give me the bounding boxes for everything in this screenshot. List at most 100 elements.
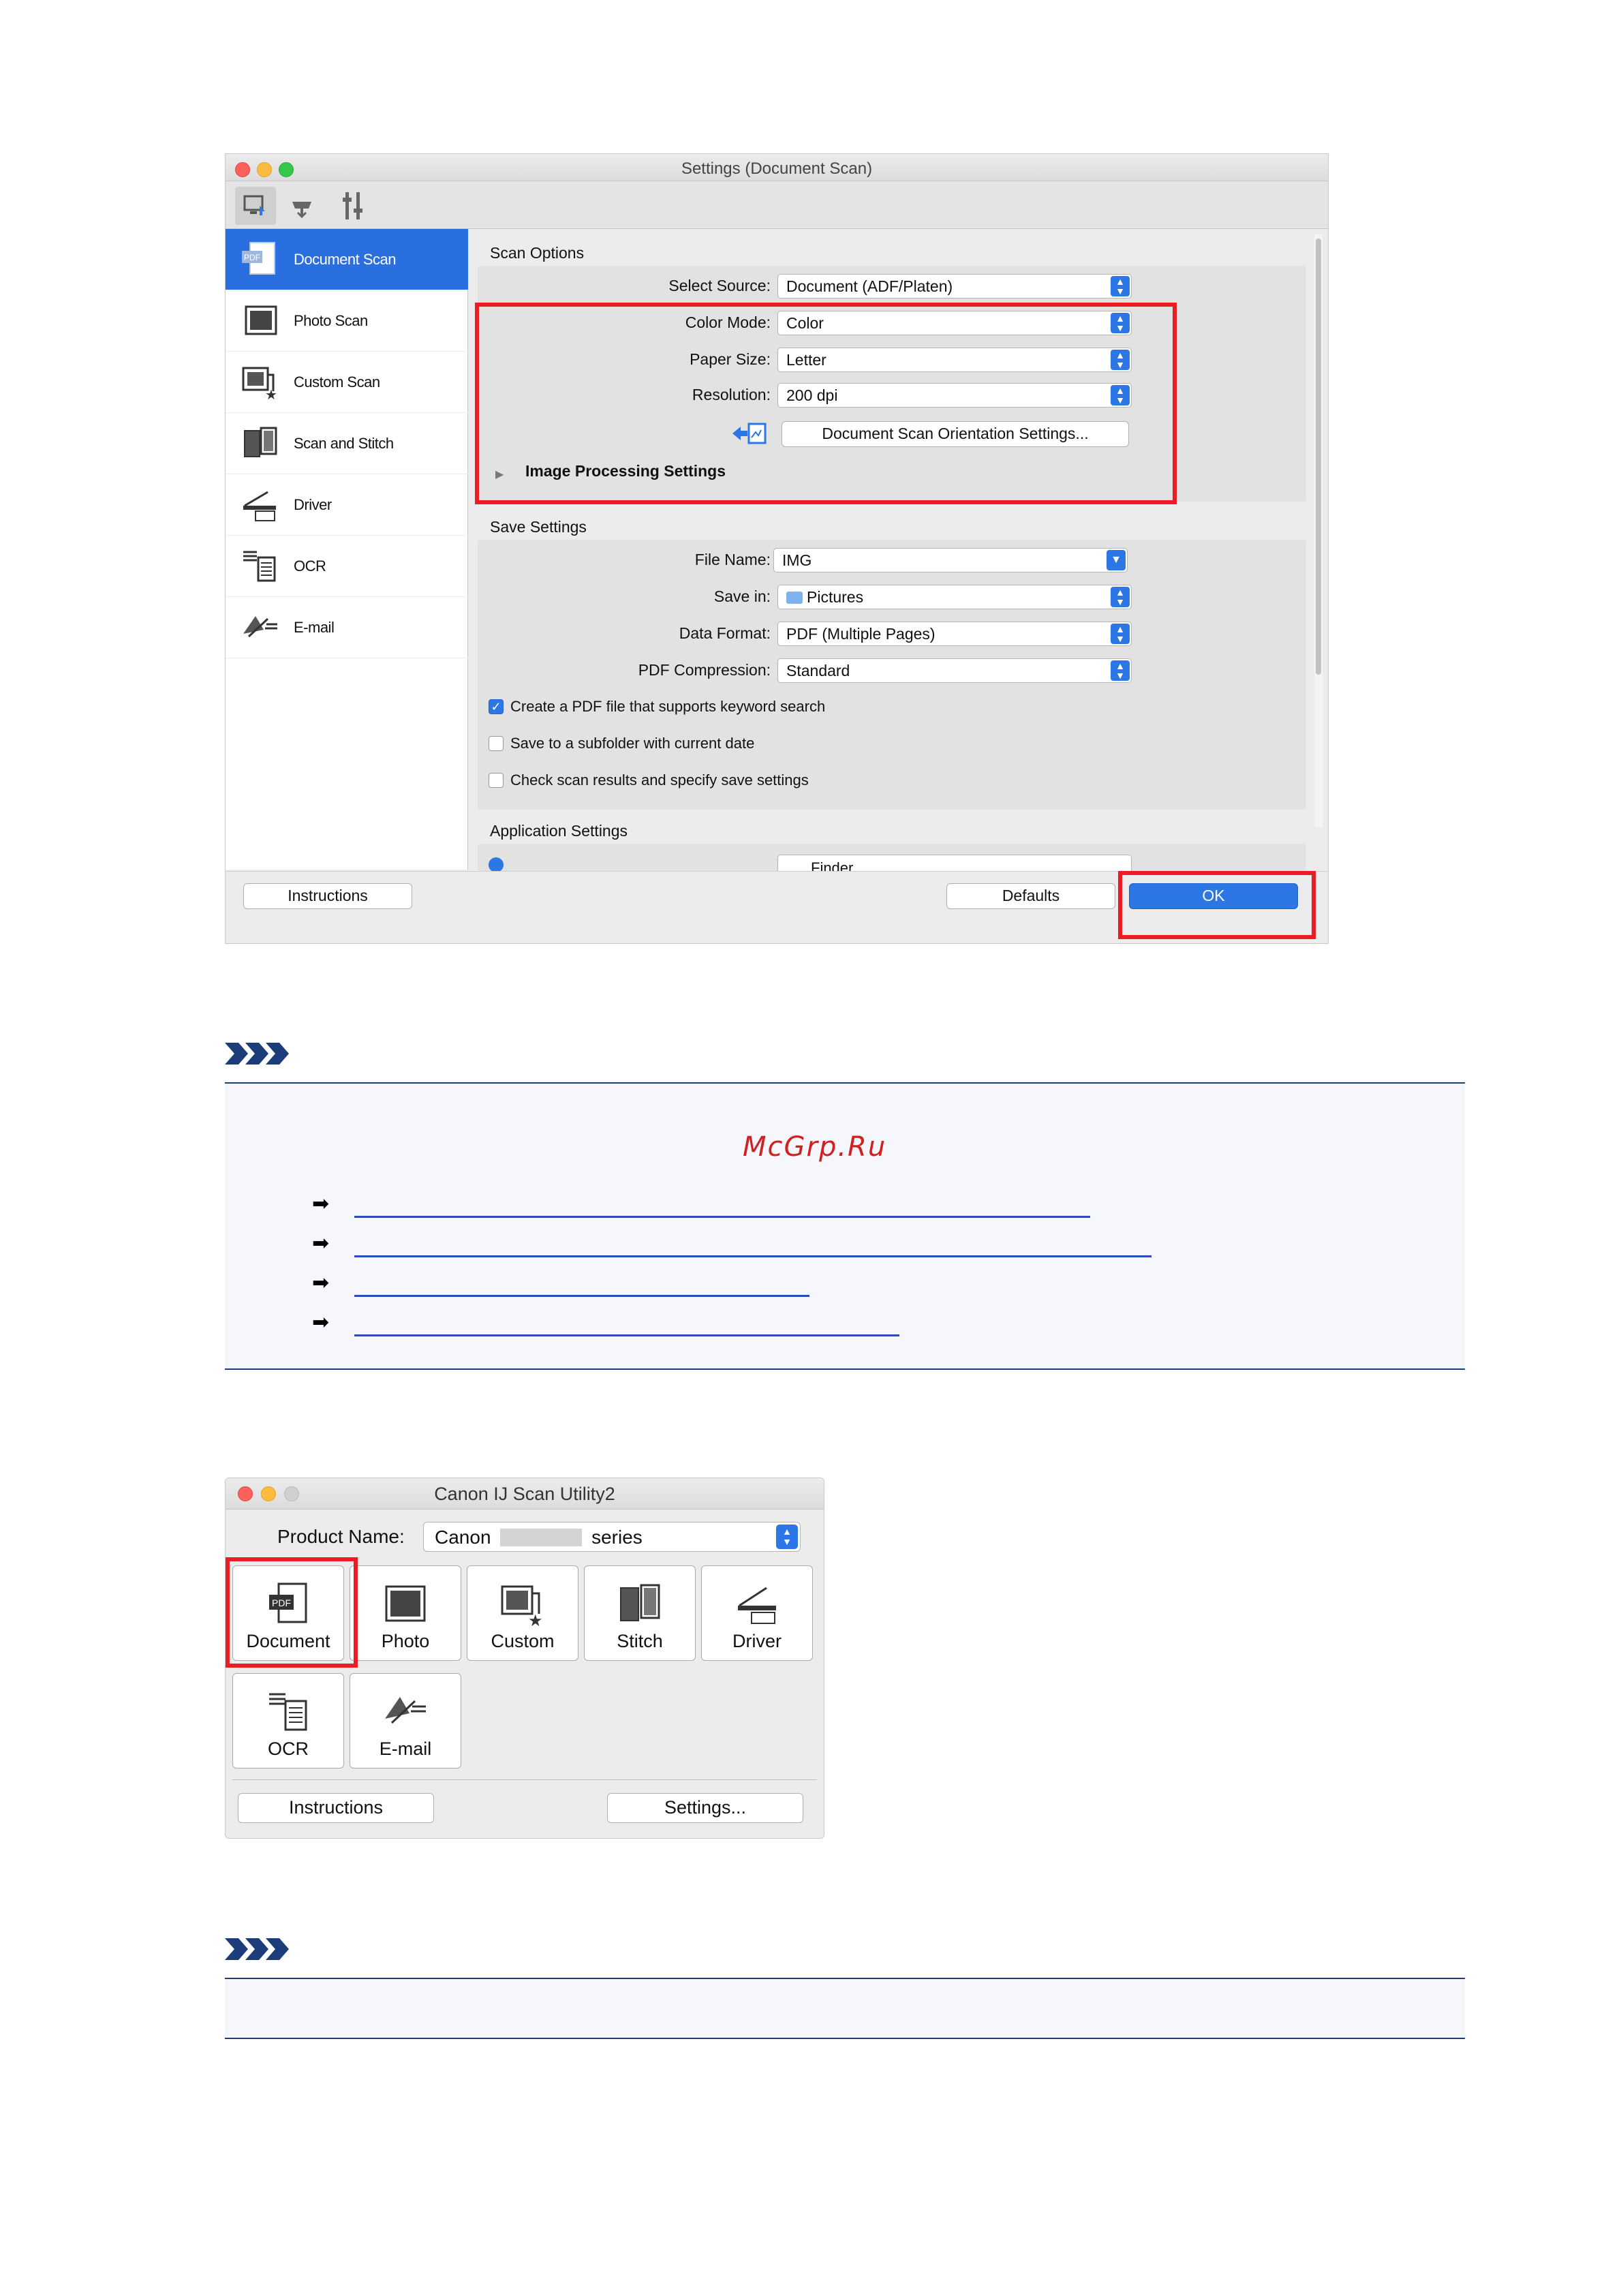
tab-scan-from-panel-icon[interactable] — [288, 192, 315, 219]
folder-icon — [786, 592, 803, 604]
sidebar-item-photo-scan[interactable]: Photo Scan — [226, 290, 468, 352]
custom-tile[interactable]: ★ Custom — [467, 1565, 578, 1661]
tile-label: Driver — [732, 1631, 782, 1651]
product-name-suffix: series — [591, 1527, 643, 1548]
sidebar-item-driver[interactable]: Driver — [226, 474, 468, 536]
data-format-dropdown[interactable]: PDF (Multiple Pages) ▲ ▼ — [777, 622, 1132, 646]
link-arrow-icon: ➡ — [312, 1311, 330, 1334]
dropdown-arrows-icon: ▲ ▼ — [1111, 276, 1130, 296]
file-name-combobox[interactable]: IMG ▼ — [773, 548, 1128, 572]
sidebar-item-label: Photo Scan — [294, 312, 368, 329]
pdf-compression-value: Standard — [786, 662, 850, 679]
save-in-label: Save in: — [713, 587, 771, 605]
sidebar-item-label: E-mail — [294, 619, 335, 636]
ocr-tile[interactable]: OCR — [232, 1673, 344, 1769]
note-link-3[interactable] — [354, 1295, 809, 1297]
application-value: Finder — [811, 859, 854, 871]
driver-icon — [243, 491, 276, 521]
save-in-dropdown[interactable]: Pictures ▲ ▼ — [777, 585, 1132, 609]
model-redaction — [500, 1529, 583, 1546]
scrollbar-thumb[interactable] — [1316, 239, 1321, 675]
link-arrow-icon: ➡ — [312, 1272, 330, 1294]
subfolder-checkbox[interactable] — [489, 736, 504, 751]
stitch-icon — [620, 1584, 660, 1621]
stitch-icon — [244, 427, 277, 457]
keyword-search-label: Create a PDF file that supports keyword … — [510, 698, 826, 715]
note-box — [225, 1979, 1465, 2038]
data-format-label: Data Format: — [679, 624, 771, 642]
driver-icon — [738, 1587, 776, 1624]
note-bottom-rule — [225, 1368, 1465, 1370]
driver-tile[interactable]: Driver — [701, 1565, 813, 1661]
select-source-dropdown[interactable]: Document (ADF/Platen) ▲ ▼ — [777, 274, 1132, 299]
email-tile[interactable]: E-mail — [350, 1673, 461, 1769]
highlight-scan-options — [475, 303, 1177, 504]
photo-tile[interactable]: Photo — [350, 1565, 461, 1661]
dropdown-arrows-icon: ▲ ▼ — [1111, 624, 1130, 644]
pdf-compression-label: PDF Compression: — [638, 661, 771, 679]
sidebar-item-scan-and-stitch[interactable]: Scan and Stitch — [226, 413, 468, 474]
svg-text:PDF: PDF — [244, 253, 260, 262]
tab-general-settings-icon[interactable] — [340, 189, 367, 222]
sidebar-item-custom-scan[interactable]: ★ Custom Scan — [226, 352, 468, 413]
note-bottom-rule — [225, 2038, 1465, 2039]
watermark-text: McGrp.Ru — [743, 1131, 887, 1163]
pdf-compression-dropdown[interactable]: Standard ▲ ▼ — [777, 658, 1132, 683]
note-arrow-icon — [225, 1043, 289, 1065]
sidebar-item-document-scan[interactable]: PDF Document Scan — [226, 229, 468, 290]
sidebar-item-label: OCR — [294, 557, 326, 575]
open-app-radio[interactable] — [489, 857, 504, 871]
application-dropdown[interactable]: Finder — [777, 855, 1132, 871]
tab-scan-from-computer[interactable] — [235, 187, 276, 225]
scan-options-heading: Scan Options — [490, 244, 585, 262]
note-link-2[interactable] — [354, 1255, 1151, 1257]
scrollbar[interactable] — [1314, 234, 1323, 827]
sidebar-item-label: Custom Scan — [294, 373, 380, 391]
toolbar — [226, 181, 1328, 229]
pdf-document-icon: PDF — [242, 242, 275, 275]
tile-label: Photo — [381, 1631, 430, 1651]
chevron-down-icon: ▼ — [1107, 550, 1126, 570]
scan-computer-icon — [243, 195, 265, 215]
data-format-value: PDF (Multiple Pages) — [786, 625, 936, 643]
sidebar-item-label: Document Scan — [294, 251, 397, 268]
title-bar[interactable]: Settings (Document Scan) — [226, 154, 1328, 181]
custom-scan-icon: ★ — [501, 1585, 543, 1627]
check-results-checkbox[interactable] — [489, 773, 504, 788]
instructions-button[interactable]: Instructions — [243, 883, 412, 909]
tile-label: Custom — [491, 1631, 555, 1651]
tile-label: E-mail — [379, 1739, 432, 1759]
product-name-prefix: Canon — [435, 1527, 491, 1548]
sidebar-item-ocr[interactable]: OCR — [226, 536, 468, 597]
select-source-label: Select Source: — [668, 277, 771, 294]
save-in-value: Pictures — [807, 588, 864, 606]
keyword-search-checkbox[interactable]: ✓ — [489, 699, 504, 714]
instructions-button[interactable]: Instructions — [238, 1793, 434, 1823]
settings-button[interactable]: Settings... — [607, 1793, 803, 1823]
settings-window: Settings (Document Scan) PDF Document Sc… — [225, 153, 1329, 944]
application-settings-panel: Finder — [478, 844, 1306, 871]
note-link-4[interactable] — [354, 1334, 899, 1336]
defaults-button[interactable]: Defaults — [946, 883, 1115, 909]
sidebar-item-email[interactable]: E-mail — [226, 597, 468, 658]
tile-label: Stitch — [617, 1631, 663, 1651]
email-icon — [243, 616, 277, 638]
sidebar: PDF Document Scan Photo Scan ★ Custom Sc… — [226, 229, 468, 870]
window-title: Settings (Document Scan) — [681, 159, 873, 178]
note-arrow-icon — [225, 1938, 289, 1960]
file-name-value: IMG — [782, 551, 812, 569]
product-name-dropdown[interactable]: Canon series ▲ ▼ — [423, 1522, 801, 1552]
photo-icon — [385, 1585, 426, 1622]
product-name-label: Product Name: — [277, 1526, 405, 1547]
ocr-icon — [243, 551, 276, 582]
note-link-1[interactable] — [354, 1216, 1090, 1218]
stitch-tile[interactable]: Stitch — [584, 1565, 696, 1661]
tile-label: OCR — [268, 1739, 309, 1759]
sidebar-item-label: Driver — [294, 496, 332, 513]
note-box — [225, 1084, 1465, 1368]
svg-text:★: ★ — [528, 1611, 543, 1627]
window-title: Canon IJ Scan Utility2 — [434, 1484, 615, 1504]
link-arrow-icon: ➡ — [312, 1193, 330, 1215]
ocr-icon — [269, 1693, 307, 1731]
title-bar[interactable]: Canon IJ Scan Utility2 — [226, 1478, 824, 1510]
